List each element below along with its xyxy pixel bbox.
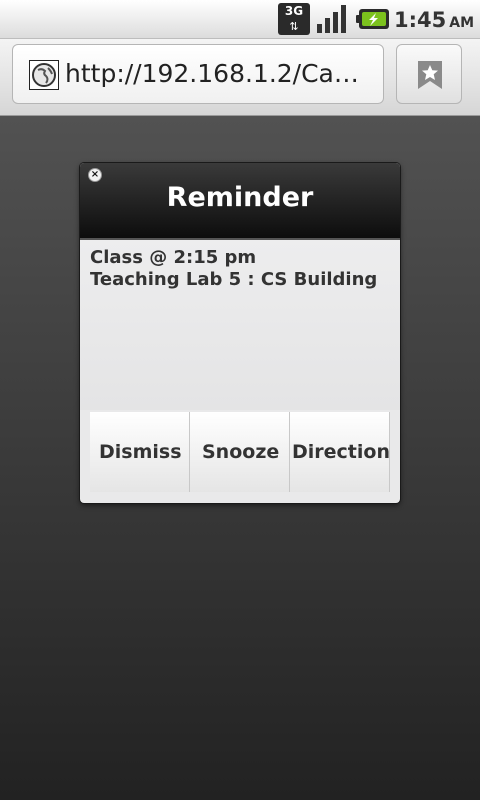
directions-button[interactable]: Directions [290, 412, 389, 492]
bookmark-button[interactable] [396, 44, 462, 104]
reminder-time: Class @ 2:15 pm [90, 247, 257, 268]
status-clock: 1:45 AM [394, 6, 474, 34]
3g-icon: 3G ⇅ [278, 3, 310, 35]
clock-time: 1:45 [394, 8, 447, 32]
close-icon[interactable]: × [88, 168, 102, 182]
dialog-message: Class @ 2:15 pm Teaching Lab 5 : CS Buil… [80, 240, 400, 410]
url-bar[interactable]: http://192.168.1.2/Cam... [12, 44, 384, 104]
globe-icon [29, 60, 59, 90]
dialog-header: Reminder × [80, 163, 400, 240]
dialog-title: Reminder [166, 182, 314, 213]
browser-toolbar: http://192.168.1.2/Cam... [0, 39, 480, 116]
reminder-location: Teaching Lab 5 : CS Building [90, 269, 378, 290]
snooze-button[interactable]: Snooze [190, 412, 289, 492]
clock-ampm: AM [449, 15, 475, 31]
signal-strength-icon [317, 5, 346, 33]
network-activity-arrows: ⇅ [289, 20, 299, 33]
status-bar: 3G ⇅ 1:45 AM [0, 0, 480, 39]
network-type-label: 3G [284, 4, 304, 18]
battery-charging-icon [356, 9, 389, 29]
reminder-dialog: Reminder × Class @ 2:15 pm Teaching Lab … [80, 163, 400, 503]
dismiss-button[interactable]: Dismiss [90, 412, 189, 492]
bookmark-star-icon [418, 61, 442, 89]
url-text[interactable]: http://192.168.1.2/Cam... [65, 45, 381, 103]
dialog-button-row: Dismiss Snooze Directions [90, 412, 390, 492]
